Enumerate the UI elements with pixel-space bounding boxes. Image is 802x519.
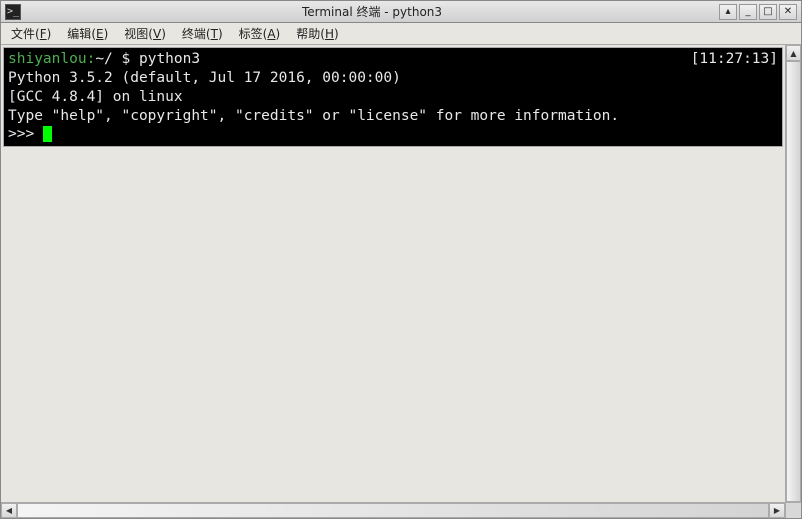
help-line: Type "help", "copyright", "credits" or "…: [8, 107, 778, 126]
minimize-button[interactable]: _: [739, 4, 757, 20]
window-title: Terminal 终端 - python3: [25, 3, 719, 20]
scroll-track-horizontal[interactable]: [17, 503, 769, 518]
maximize-button[interactable]: □: [759, 4, 777, 20]
app-icon: >_: [5, 4, 21, 20]
cursor-icon: [43, 126, 52, 142]
scroll-thumb-vertical[interactable]: [786, 61, 801, 502]
menu-file[interactable]: 文件(F): [5, 23, 57, 44]
prompt-path: ~/: [95, 51, 112, 67]
terminal-output[interactable]: shiyanlou:~/ $ python3 [11:27:13] Python…: [3, 47, 783, 147]
gcc-line: [GCC 4.8.4] on linux: [8, 88, 778, 107]
prompt-user: shiyanlou:: [8, 51, 95, 67]
scroll-left-icon[interactable]: ◀: [1, 503, 17, 518]
scroll-track-vertical[interactable]: [786, 61, 801, 502]
prompt-symbol: $: [113, 51, 139, 67]
menu-help[interactable]: 帮助(H): [290, 23, 344, 44]
rollup-button[interactable]: ▴: [719, 4, 737, 20]
close-button[interactable]: ✕: [779, 4, 797, 20]
menu-terminal[interactable]: 终端(T): [176, 23, 229, 44]
window-controls: ▴ _ □ ✕: [719, 4, 797, 20]
scroll-thumb-horizontal[interactable]: [17, 503, 769, 518]
python-version-line: Python 3.5.2 (default, Jul 17 2016, 00:0…: [8, 69, 778, 88]
menu-edit[interactable]: 编辑(E): [61, 23, 114, 44]
terminal-container: shiyanlou:~/ $ python3 [11:27:13] Python…: [1, 45, 801, 518]
repl-prompt: >>>: [8, 126, 43, 142]
menubar: 文件(F) 编辑(E) 视图(V) 终端(T) 标签(A) 帮助(H): [1, 23, 801, 45]
terminal-window: >_ Terminal 终端 - python3 ▴ _ □ ✕ 文件(F) 编…: [0, 0, 802, 519]
titlebar[interactable]: >_ Terminal 终端 - python3 ▴ _ □ ✕: [1, 1, 801, 23]
command: python3: [139, 51, 200, 67]
clock: [11:27:13]: [691, 50, 778, 69]
scroll-right-icon[interactable]: ▶: [769, 503, 785, 518]
scroll-up-icon[interactable]: ▲: [786, 45, 801, 61]
menu-tabs[interactable]: 标签(A): [233, 23, 287, 44]
scrollbar-corner: [785, 502, 801, 518]
menu-view[interactable]: 视图(V): [118, 23, 172, 44]
horizontal-scrollbar[interactable]: ◀ ▶: [1, 502, 785, 518]
vertical-scrollbar[interactable]: ▲ ▼: [785, 45, 801, 518]
